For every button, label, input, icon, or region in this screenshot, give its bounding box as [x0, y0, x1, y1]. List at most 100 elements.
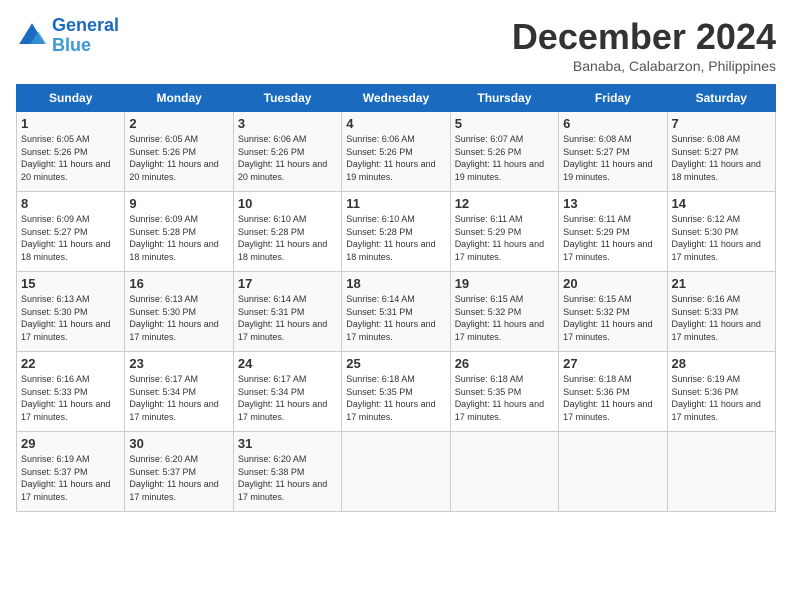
day-of-week-header: Monday	[125, 85, 233, 112]
month-title: December 2024	[512, 16, 776, 58]
day-number: 8	[21, 196, 120, 211]
day-info: Sunrise: 6:09 AMSunset: 5:27 PMDaylight:…	[21, 213, 120, 263]
calendar-cell: 17 Sunrise: 6:14 AMSunset: 5:31 PMDayligh…	[233, 272, 341, 352]
calendar-cell: 10 Sunrise: 6:10 AMSunset: 5:28 PMDayligh…	[233, 192, 341, 272]
calendar-cell: 8 Sunrise: 6:09 AMSunset: 5:27 PMDaylight…	[17, 192, 125, 272]
logo-icon	[16, 20, 48, 52]
day-info: Sunrise: 6:05 AMSunset: 5:26 PMDaylight:…	[129, 133, 228, 183]
day-number: 23	[129, 356, 228, 371]
day-info: Sunrise: 6:10 AMSunset: 5:28 PMDaylight:…	[238, 213, 337, 263]
day-of-week-header: Thursday	[450, 85, 558, 112]
day-info: Sunrise: 6:17 AMSunset: 5:34 PMDaylight:…	[238, 373, 337, 423]
calendar-header: SundayMondayTuesdayWednesdayThursdayFrid…	[17, 85, 776, 112]
day-number: 9	[129, 196, 228, 211]
calendar-cell: 18Sunrise: 6:14 AMSunset: 5:31 PMDayligh…	[342, 272, 450, 352]
day-info: Sunrise: 6:07 AMSunset: 5:26 PMDaylight:…	[455, 133, 554, 183]
calendar-cell: 26 Sunrise: 6:18 AMSunset: 5:35 PMDayligh…	[450, 352, 558, 432]
day-info: Sunrise: 6:18 AMSunset: 5:35 PMDaylight:…	[346, 373, 445, 423]
calendar-week-row: 1 Sunrise: 6:05 AMSunset: 5:26 PMDaylight…	[17, 112, 776, 192]
day-number: 5	[455, 116, 554, 131]
day-number: 2	[129, 116, 228, 131]
calendar-cell	[450, 432, 558, 512]
day-number: 12	[455, 196, 554, 211]
day-number: 7	[672, 116, 771, 131]
calendar-cell: 9Sunrise: 6:09 AMSunset: 5:28 PMDaylight…	[125, 192, 233, 272]
day-info: Sunrise: 6:15 AMSunset: 5:32 PMDaylight:…	[563, 293, 662, 343]
day-of-week-header: Saturday	[667, 85, 775, 112]
calendar-week-row: 15 Sunrise: 6:13 AMSunset: 5:30 PMDayligh…	[17, 272, 776, 352]
calendar-table: SundayMondayTuesdayWednesdayThursdayFrid…	[16, 84, 776, 512]
day-info: Sunrise: 6:08 AMSunset: 5:27 PMDaylight:…	[563, 133, 662, 183]
day-number: 31	[238, 436, 337, 451]
day-info: Sunrise: 6:16 AMSunset: 5:33 PMDaylight:…	[672, 293, 771, 343]
day-info: Sunrise: 6:18 AMSunset: 5:35 PMDaylight:…	[455, 373, 554, 423]
calendar-cell: 1 Sunrise: 6:05 AMSunset: 5:26 PMDaylight…	[17, 112, 125, 192]
day-info: Sunrise: 6:06 AMSunset: 5:26 PMDaylight:…	[346, 133, 445, 183]
calendar-cell	[559, 432, 667, 512]
logo: General Blue	[16, 16, 119, 56]
calendar-cell: 11 Sunrise: 6:10 AMSunset: 5:28 PMDayligh…	[342, 192, 450, 272]
calendar-cell: 3Sunrise: 6:06 AMSunset: 5:26 PMDaylight…	[233, 112, 341, 192]
calendar-cell: 21 Sunrise: 6:16 AMSunset: 5:33 PMDayligh…	[667, 272, 775, 352]
day-info: Sunrise: 6:06 AMSunset: 5:26 PMDaylight:…	[238, 133, 337, 183]
calendar-cell: 7Sunrise: 6:08 AMSunset: 5:27 PMDaylight…	[667, 112, 775, 192]
day-info: Sunrise: 6:10 AMSunset: 5:28 PMDaylight:…	[346, 213, 445, 263]
day-number: 15	[21, 276, 120, 291]
day-number: 24	[238, 356, 337, 371]
day-of-week-header: Tuesday	[233, 85, 341, 112]
calendar-cell	[342, 432, 450, 512]
day-of-week-header: Sunday	[17, 85, 125, 112]
calendar-cell: 31 Sunrise: 6:20 AMSunset: 5:38 PMDayligh…	[233, 432, 341, 512]
day-number: 13	[563, 196, 662, 211]
day-number: 19	[455, 276, 554, 291]
day-info: Sunrise: 6:16 AMSunset: 5:33 PMDaylight:…	[21, 373, 120, 423]
day-number: 17	[238, 276, 337, 291]
calendar-cell: 29Sunrise: 6:19 AMSunset: 5:37 PMDayligh…	[17, 432, 125, 512]
day-number: 28	[672, 356, 771, 371]
calendar-cell	[667, 432, 775, 512]
day-info: Sunrise: 6:12 AMSunset: 5:30 PMDaylight:…	[672, 213, 771, 263]
calendar-cell: 30 Sunrise: 6:20 AMSunset: 5:37 PMDayligh…	[125, 432, 233, 512]
page-header: General Blue December 2024 Banaba, Calab…	[16, 16, 776, 74]
day-info: Sunrise: 6:20 AMSunset: 5:38 PMDaylight:…	[238, 453, 337, 503]
day-info: Sunrise: 6:19 AMSunset: 5:36 PMDaylight:…	[672, 373, 771, 423]
day-number: 26	[455, 356, 554, 371]
day-number: 1	[21, 116, 120, 131]
day-number: 11	[346, 196, 445, 211]
day-number: 6	[563, 116, 662, 131]
calendar-week-row: 22 Sunrise: 6:16 AMSunset: 5:33 PMDayligh…	[17, 352, 776, 432]
calendar-cell: 16Sunrise: 6:13 AMSunset: 5:30 PMDayligh…	[125, 272, 233, 352]
calendar-cell: 2 Sunrise: 6:05 AMSunset: 5:26 PMDaylight…	[125, 112, 233, 192]
day-number: 29	[21, 436, 120, 451]
calendar-cell: 22 Sunrise: 6:16 AMSunset: 5:33 PMDayligh…	[17, 352, 125, 432]
calendar-cell: 24 Sunrise: 6:17 AMSunset: 5:34 PMDayligh…	[233, 352, 341, 432]
day-number: 27	[563, 356, 662, 371]
day-info: Sunrise: 6:13 AMSunset: 5:30 PMDaylight:…	[129, 293, 228, 343]
calendar-cell: 14Sunrise: 6:12 AMSunset: 5:30 PMDayligh…	[667, 192, 775, 272]
day-info: Sunrise: 6:14 AMSunset: 5:31 PMDaylight:…	[346, 293, 445, 343]
calendar-cell: 23Sunrise: 6:17 AMSunset: 5:34 PMDayligh…	[125, 352, 233, 432]
calendar-cell: 20Sunrise: 6:15 AMSunset: 5:32 PMDayligh…	[559, 272, 667, 352]
calendar-cell: 27Sunrise: 6:18 AMSunset: 5:36 PMDayligh…	[559, 352, 667, 432]
calendar-cell: 25Sunrise: 6:18 AMSunset: 5:35 PMDayligh…	[342, 352, 450, 432]
calendar-cell: 28 Sunrise: 6:19 AMSunset: 5:36 PMDayligh…	[667, 352, 775, 432]
day-of-week-header: Friday	[559, 85, 667, 112]
calendar-cell: 19Sunrise: 6:15 AMSunset: 5:32 PMDayligh…	[450, 272, 558, 352]
day-of-week-header: Wednesday	[342, 85, 450, 112]
day-number: 10	[238, 196, 337, 211]
calendar-cell: 15 Sunrise: 6:13 AMSunset: 5:30 PMDayligh…	[17, 272, 125, 352]
day-info: Sunrise: 6:05 AMSunset: 5:26 PMDaylight:…	[21, 133, 120, 183]
logo-text: General Blue	[52, 16, 119, 56]
day-number: 22	[21, 356, 120, 371]
day-number: 21	[672, 276, 771, 291]
calendar-cell: 6 Sunrise: 6:08 AMSunset: 5:27 PMDaylight…	[559, 112, 667, 192]
day-number: 30	[129, 436, 228, 451]
day-info: Sunrise: 6:14 AMSunset: 5:31 PMDaylight:…	[238, 293, 337, 343]
calendar-cell: 5 Sunrise: 6:07 AMSunset: 5:26 PMDaylight…	[450, 112, 558, 192]
calendar-cell: 13 Sunrise: 6:11 AMSunset: 5:29 PMDayligh…	[559, 192, 667, 272]
day-info: Sunrise: 6:11 AMSunset: 5:29 PMDaylight:…	[563, 213, 662, 263]
location: Banaba, Calabarzon, Philippines	[512, 58, 776, 74]
calendar-week-row: 8 Sunrise: 6:09 AMSunset: 5:27 PMDaylight…	[17, 192, 776, 272]
day-info: Sunrise: 6:20 AMSunset: 5:37 PMDaylight:…	[129, 453, 228, 503]
day-info: Sunrise: 6:13 AMSunset: 5:30 PMDaylight:…	[21, 293, 120, 343]
